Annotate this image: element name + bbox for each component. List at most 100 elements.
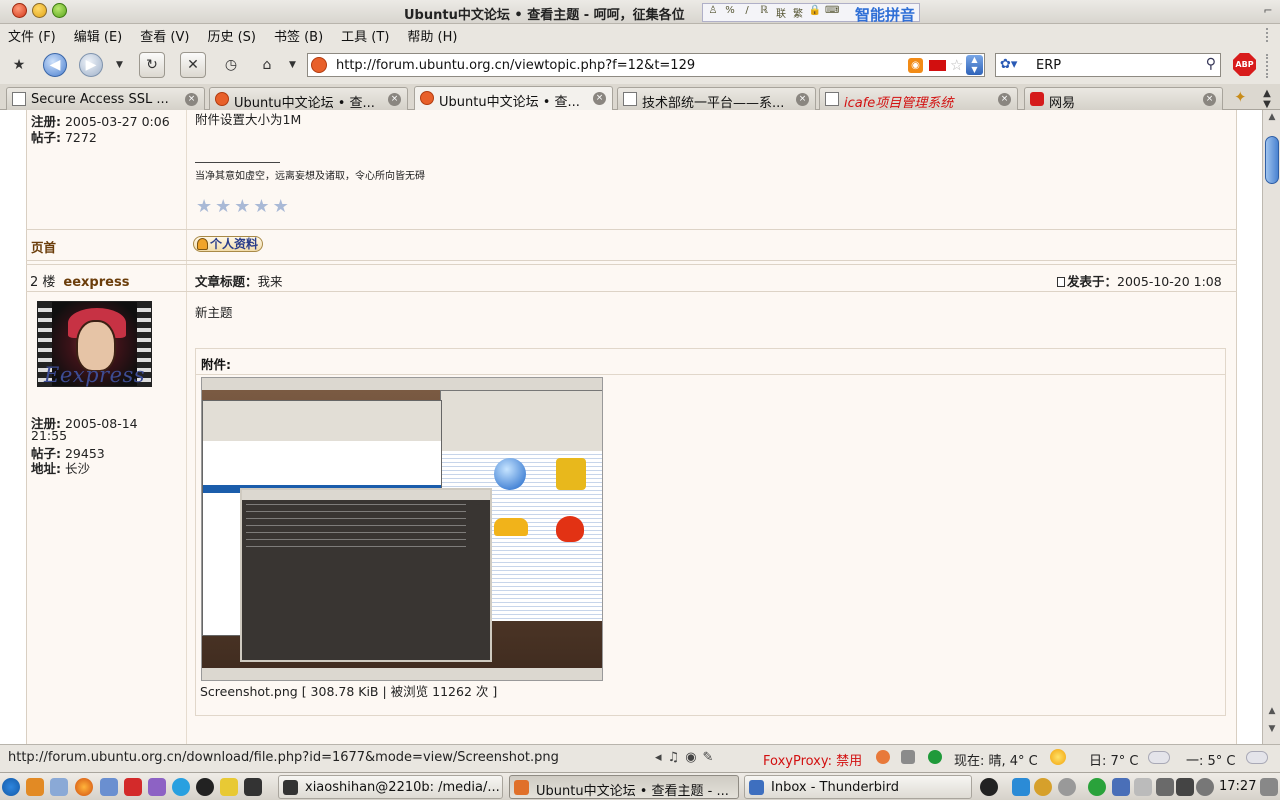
history-clock-icon[interactable]: ◷ <box>218 52 244 78</box>
tab-close-icon[interactable]: × <box>185 93 198 106</box>
taskbar-task-button[interactable]: Ubuntu中文论坛 • 查看主题 - ... <box>509 775 739 799</box>
weather-night[interactable]: 一: 5° C <box>1186 750 1236 769</box>
notes-launcher-icon[interactable] <box>220 778 238 796</box>
ime-tool-icon[interactable]: % <box>723 5 737 20</box>
menu-item[interactable]: 帮助 (H) <box>407 26 457 45</box>
tray-network-icon[interactable] <box>1012 778 1030 796</box>
weather-now[interactable]: 现在: 晴, 4° C <box>954 750 1038 769</box>
url-bar[interactable]: http://forum.ubuntu.org.cn/viewtopic.php… <box>307 53 985 77</box>
tab-close-icon[interactable]: × <box>796 93 809 106</box>
browser-tab[interactable]: Ubuntu中文论坛 • 查... × <box>414 86 613 111</box>
window-menu-icon[interactable]: ⌐ <box>1260 4 1276 20</box>
url-input[interactable]: http://forum.ubuntu.org.cn/viewtopic.php… <box>336 58 695 73</box>
panel-clock[interactable]: 17:27 <box>1219 779 1256 794</box>
browser-tab[interactable]: icafe项目管理系统 × <box>819 87 1018 111</box>
menu-item[interactable]: 查看 (V) <box>140 26 189 45</box>
ime-tool-icon[interactable]: ⌨ <box>825 5 839 20</box>
country-flag-icon[interactable] <box>929 60 946 71</box>
ime-toolbar[interactable]: ♙% / ℝ 联繁 🔒 ⌨ 智能拼音 <box>702 3 920 25</box>
back-to-top-link[interactable]: 页首 <box>31 237 56 256</box>
forward-button[interactable]: ▶ <box>79 53 103 77</box>
ime-tool-icon[interactable]: 联 <box>774 5 788 20</box>
rss-feed-icon[interactable]: ◉ <box>908 58 923 73</box>
page-scrollbar[interactable]: ▲ ▲ ▼ <box>1262 110 1280 744</box>
attachment-screenshot-image[interactable] <box>201 377 603 681</box>
browser-tab[interactable]: Secure Access SSL ... × <box>6 87 205 110</box>
toolbar-grip[interactable] <box>1266 28 1274 42</box>
navbar-grip[interactable] <box>1266 54 1274 78</box>
tray-update-icon[interactable] <box>1088 778 1106 796</box>
ime-tool-icon[interactable]: 繁 <box>791 5 805 20</box>
foxyproxy-status[interactable]: FoxyProxy: 禁用 <box>763 750 862 769</box>
tray-display-icon[interactable] <box>1134 778 1152 796</box>
mail-launcher-icon[interactable] <box>50 778 68 796</box>
weather-day[interactable]: 日: 7° C <box>1089 750 1139 769</box>
status-eye-icon[interactable]: ◉ <box>685 750 696 765</box>
search-icon[interactable]: ⚲ <box>1206 56 1216 72</box>
profile-button[interactable]: 个人资料 <box>193 236 263 252</box>
back-button[interactable]: ◀ <box>43 53 67 77</box>
tab-close-icon[interactable]: × <box>388 93 401 106</box>
scrollbar-thumb[interactable] <box>1265 136 1279 184</box>
terminal-launcher-icon[interactable] <box>244 778 262 796</box>
menu-item[interactable]: 书签 (B) <box>274 26 323 45</box>
tab-list-dropdown-icon[interactable]: ▲ ▼ <box>1259 88 1275 110</box>
new-tab-star-icon[interactable]: ✦ <box>1234 88 1247 106</box>
stop-button[interactable]: ✕ <box>180 52 206 78</box>
menu-item[interactable]: 工具 (T) <box>341 26 389 45</box>
taskbar-task-button[interactable]: Inbox - Thunderbird <box>744 775 972 799</box>
reload-button[interactable]: ↻ <box>139 52 165 78</box>
post-document-icon[interactable] <box>1057 277 1065 287</box>
bookmark-page-icon[interactable]: ★ <box>6 52 32 78</box>
status-music-icon[interactable]: ♫ <box>668 750 680 765</box>
browser-tab[interactable]: 网易 × <box>1024 87 1223 111</box>
status-pen-icon[interactable]: ✎ <box>703 750 714 765</box>
url-dropdown-icon[interactable]: ▲ ▼ <box>966 55 983 75</box>
browser-tab[interactable]: 技术部统一平台——系... × <box>617 87 816 111</box>
tray-signal-icon[interactable] <box>1156 778 1174 796</box>
show-desktop-icon[interactable] <box>1260 778 1278 796</box>
menu-item[interactable]: 文件 (F) <box>8 26 56 45</box>
ime-tool-icon[interactable]: / <box>740 5 754 20</box>
applications-menu-icon[interactable] <box>2 778 20 796</box>
ime-tool-icon[interactable]: ♙ <box>706 5 720 20</box>
menu-item[interactable]: 历史 (S) <box>207 26 256 45</box>
qq-launcher-icon[interactable] <box>196 778 214 796</box>
menu-item[interactable]: 编辑 (E) <box>74 26 123 45</box>
tray-icon[interactable] <box>980 778 998 796</box>
tray-bluetooth-icon[interactable] <box>1112 778 1130 796</box>
pidgin-launcher-icon[interactable] <box>148 778 166 796</box>
tray-qq-icon[interactable] <box>1034 778 1052 796</box>
taskbar-task-button[interactable]: xiaoshihan@2210b: /media/... <box>278 775 503 799</box>
status-green-indicator-icon[interactable] <box>928 750 942 764</box>
search-input[interactable]: ERP <box>1036 58 1061 73</box>
status-addon-icon[interactable] <box>876 750 890 764</box>
home-dropdown-icon[interactable]: ▼ <box>289 60 296 70</box>
tray-chat-icon[interactable] <box>1058 778 1076 796</box>
skype-launcher-icon[interactable] <box>172 778 190 796</box>
ime-tool-icon[interactable]: 🔒 <box>808 5 822 20</box>
tab-close-icon[interactable]: × <box>998 93 1011 106</box>
tray-volume-icon[interactable] <box>1196 778 1214 796</box>
scroll-up-icon[interactable]: ▲ <box>1265 112 1279 126</box>
tab-close-icon[interactable]: × <box>1203 93 1216 106</box>
launcher-icon[interactable] <box>26 778 44 796</box>
scroll-down-arrow-icon[interactable]: ▼ <box>1265 724 1279 738</box>
home-button[interactable]: ⌂ <box>254 52 280 78</box>
thunderbird-launcher-icon[interactable] <box>100 778 118 796</box>
ime-tool-icon[interactable]: ℝ <box>757 5 771 20</box>
ime-name[interactable]: 智能拼音 <box>855 4 915 25</box>
post2-username[interactable]: eexpress <box>63 275 129 290</box>
tray-monitor-icon[interactable] <box>1176 778 1194 796</box>
search-bar[interactable]: ✿▾ ERP ⚲ <box>995 53 1221 77</box>
tab-close-icon[interactable]: × <box>593 92 606 105</box>
ime-icon-group[interactable]: ♙% / ℝ 联繁 🔒 ⌨ <box>703 5 840 20</box>
status-camera-icon[interactable] <box>901 750 915 764</box>
history-dropdown-icon[interactable]: ▼ <box>116 60 123 70</box>
status-nav-arrow-icon[interactable]: ◂ <box>655 750 662 765</box>
firefox-launcher-icon[interactable] <box>75 778 93 796</box>
window-minimize-button[interactable] <box>32 3 47 18</box>
browser-tab[interactable]: Ubuntu中文论坛 • 查... × <box>209 87 408 111</box>
bookmark-star-icon[interactable]: ☆ <box>950 56 963 74</box>
hi-launcher-icon[interactable] <box>124 778 142 796</box>
